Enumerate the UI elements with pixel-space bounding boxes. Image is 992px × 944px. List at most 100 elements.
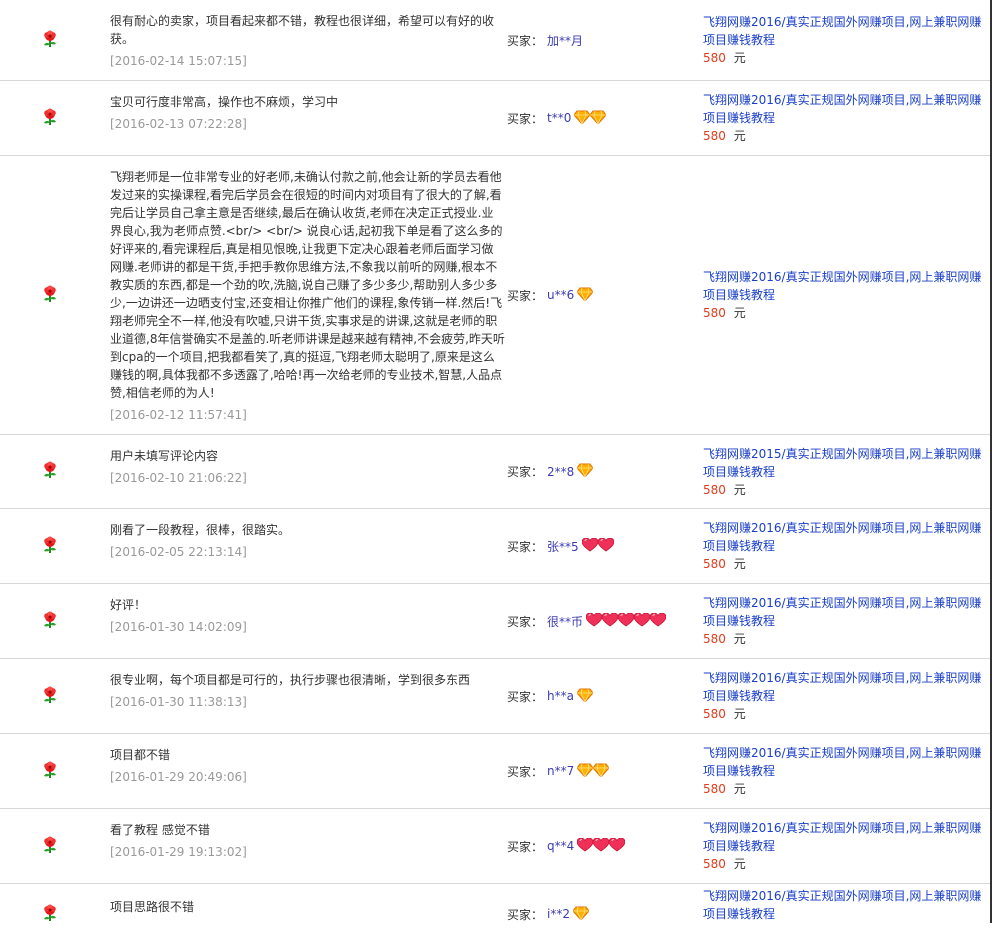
- product-link[interactable]: 飞翔网赚2016/真实正规国外网赚项目,网上兼职网赚项目赚钱教程: [703, 13, 983, 49]
- red-flower-icon: [41, 30, 69, 51]
- diamond-icon: [573, 110, 592, 127]
- rating-cell: [0, 509, 110, 583]
- product-cell: 飞翔网赚2015/真实正规国外网赚项目,网上兼职网赚项目赚钱教程 580 元: [700, 435, 992, 508]
- product-price: 580: [703, 857, 726, 871]
- product-link[interactable]: 飞翔网赚2016/真实正规国外网赚项目,网上兼职网赚项目赚钱教程: [703, 594, 983, 630]
- heart-icon: [633, 612, 651, 630]
- buyer-label: 买家：: [507, 689, 544, 704]
- review-comment: 宝贝可行度非常高，操作也不麻烦，学习中: [110, 95, 339, 109]
- buyer-cell: 买家： n**7: [505, 734, 700, 808]
- review-content: 好评！ [2016-01-30 14:02:09]: [110, 584, 505, 658]
- product-cell: 飞翔网赚2016/真实正规国外网赚项目,网上兼职网赚项目赚钱教程: [700, 884, 992, 944]
- review-row: 看了教程 感觉不错 [2016-01-29 19:13:02] 买家： q**4…: [0, 809, 992, 884]
- product-link[interactable]: 飞翔网赚2015/真实正规国外网赚项目,网上兼职网赚项目赚钱教程: [703, 445, 983, 481]
- product-link[interactable]: 飞翔网赚2016/真实正规国外网赚项目,网上兼职网赚项目赚钱教程: [703, 887, 983, 923]
- product-price: 580: [703, 632, 726, 646]
- currency-unit: 元: [733, 482, 746, 497]
- buyer-credit-badges: [576, 837, 626, 855]
- review-row: 飞翔老师是一位非常专业的好老师,未确认付款之前,他会让新的学员去看他发过来的实操…: [0, 156, 992, 435]
- product-link[interactable]: 飞翔网赚2016/真实正规国外网赚项目,网上兼职网赚项目赚钱教程: [703, 819, 983, 855]
- review-content: 很专业啊，每个项目都是可行的，执行步骤也很清晰，学到很多东西 [2016-01-…: [110, 659, 505, 733]
- review-row: 项目都不错 [2016-01-29 20:49:06] 买家： n**7 飞翔网…: [0, 734, 992, 809]
- buyer-credit-badges: [573, 110, 608, 127]
- product-link[interactable]: 飞翔网赚2016/真实正规国外网赚项目,网上兼职网赚项目赚钱教程: [703, 519, 983, 555]
- product-link[interactable]: 飞翔网赚2016/真实正规国外网赚项目,网上兼职网赚项目赚钱教程: [703, 744, 983, 780]
- heart-icon: [601, 612, 619, 630]
- product-link[interactable]: 飞翔网赚2016/真实正规国外网赚项目,网上兼职网赚项目赚钱教程: [703, 669, 983, 705]
- diamond-icon: [576, 688, 594, 705]
- review-date: [2016-01-29 20:49:06]: [110, 770, 247, 784]
- product-link[interactable]: 飞翔网赚2016/真实正规国外网赚项目,网上兼职网赚项目赚钱教程: [703, 268, 983, 304]
- review-table: 很有耐心的卖家，项目看起来都不错，教程也很详细，希望可以有好的收获。 [2016…: [0, 0, 992, 944]
- price-line: 580 元: [703, 481, 992, 499]
- heart-icon: [649, 612, 667, 630]
- rating-cell: [0, 884, 110, 944]
- product-price: 580: [703, 306, 726, 320]
- review-comment: 飞翔老师是一位非常专业的好老师,未确认付款之前,他会让新的学员去看他发过来的实操…: [110, 170, 505, 400]
- product-cell: 飞翔网赚2016/真实正规国外网赚项目,网上兼职网赚项目赚钱教程 580 元: [700, 0, 992, 80]
- review-row: 刚看了一段教程，很棒，很踏实。 [2016-02-05 22:13:14] 买家…: [0, 509, 992, 584]
- buyer-label: 买家：: [507, 465, 544, 479]
- review-content: 看了教程 感觉不错 [2016-01-29 19:13:02]: [110, 809, 505, 883]
- buyer-cell: 买家： t**0: [505, 81, 700, 155]
- buyer-label: 买家：: [507, 33, 544, 48]
- buyer-credit-badges: [576, 688, 594, 705]
- product-price: 580: [703, 782, 726, 796]
- buyer-cell: 买家： u**6: [505, 156, 700, 434]
- diamond-icon: [572, 906, 590, 923]
- heart-icon: [608, 837, 626, 855]
- red-flower-icon: [41, 611, 69, 632]
- review-date: [2016-01-29 19:13:02]: [110, 845, 247, 859]
- buyer-cell: 买家： 2**8: [505, 435, 700, 508]
- buyer-credit-badges: [576, 463, 594, 480]
- rating-cell: [0, 0, 110, 80]
- product-link[interactable]: 飞翔网赚2016/真实正规国外网赚项目,网上兼职网赚项目赚钱教程: [703, 91, 983, 127]
- price-line: 580 元: [703, 855, 992, 873]
- price-line: 580 元: [703, 127, 992, 145]
- review-row: 项目思路很不错 买家： i**2 飞翔网赚2016/真实正规国外网赚项目,网上兼…: [0, 884, 992, 944]
- buyer-name: t**0: [547, 111, 572, 125]
- diamond-icon: [589, 110, 608, 127]
- red-flower-icon: [41, 904, 69, 925]
- price-line: 580 元: [703, 304, 992, 322]
- price-line: 580 元: [703, 555, 992, 573]
- product-price: 580: [703, 707, 726, 721]
- rating-cell: [0, 435, 110, 508]
- red-flower-icon: [41, 108, 69, 129]
- review-date: [2016-02-12 11:57:41]: [110, 408, 247, 422]
- product-cell: 飞翔网赚2016/真实正规国外网赚项目,网上兼职网赚项目赚钱教程 580 元: [700, 156, 992, 434]
- review-comment: 用户未填写评论内容: [110, 449, 219, 463]
- buyer-label: 买家：: [507, 539, 544, 554]
- price-line: 580 元: [703, 630, 992, 648]
- heart-icon: [585, 612, 603, 630]
- buyer-name: 很**币: [547, 614, 584, 629]
- price-line: [703, 923, 992, 941]
- price-line: 580 元: [703, 780, 992, 798]
- product-price: 580: [703, 129, 726, 143]
- diamond-icon: [592, 763, 610, 780]
- review-date: [2016-02-13 07:22:28]: [110, 117, 247, 131]
- review-date: [2016-02-14 15:07:15]: [110, 54, 247, 68]
- buyer-credit-badges: [576, 763, 610, 780]
- currency-unit: 元: [733, 557, 746, 571]
- review-date: [2016-01-30 14:02:09]: [110, 620, 247, 634]
- red-flower-icon: [41, 461, 69, 482]
- review-comment: 刚看了一段教程，很棒，很踏实。: [110, 523, 291, 537]
- price-line: 580 元: [703, 49, 992, 67]
- currency-unit: 元: [733, 51, 746, 65]
- review-comment: 好评！: [110, 598, 147, 612]
- review-date: [2016-02-05 22:13:14]: [110, 545, 247, 559]
- review-content: 项目都不错 [2016-01-29 20:49:06]: [110, 734, 505, 808]
- review-row: 很专业啊，每个项目都是可行的，执行步骤也很清晰，学到很多东西 [2016-01-…: [0, 659, 992, 734]
- review-row: 宝贝可行度非常高，操作也不麻烦，学习中 [2016-02-13 07:22:28…: [0, 81, 992, 156]
- rating-cell: [0, 809, 110, 883]
- buyer-label: 买家：: [507, 614, 544, 629]
- buyer-name: q**4: [547, 839, 575, 853]
- buyer-credit-badges: [572, 906, 590, 923]
- currency-unit: 元: [733, 632, 746, 646]
- buyer-name: n**7: [547, 764, 575, 778]
- buyer-cell: 买家： i**2: [505, 884, 700, 944]
- rating-cell: [0, 81, 110, 155]
- rating-cell: [0, 584, 110, 658]
- red-flower-icon: [41, 686, 69, 707]
